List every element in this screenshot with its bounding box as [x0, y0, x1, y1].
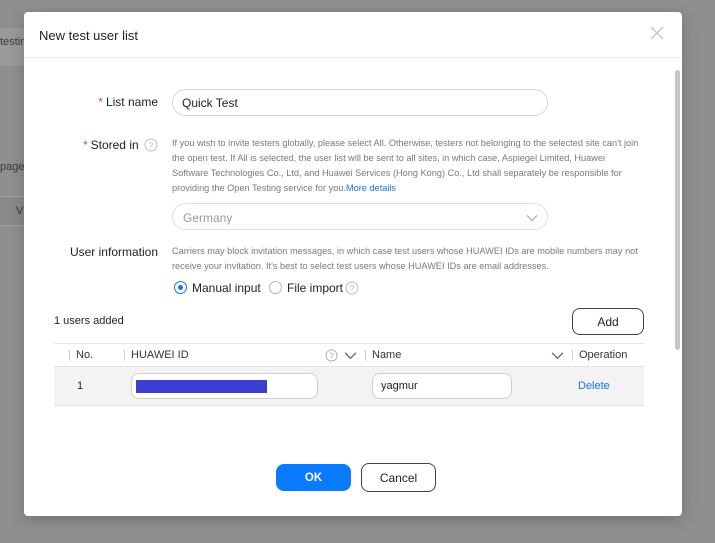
manual-input-radio[interactable]: Manual input	[174, 280, 261, 296]
column-divider	[572, 350, 573, 361]
stored-in-hint-text: If you wish to invite testers globally, …	[172, 138, 639, 193]
stored-in-select[interactable]: Germany	[172, 203, 548, 230]
user-information-label: User information	[69, 245, 158, 259]
close-icon[interactable]	[648, 24, 666, 42]
file-import-label: File import?	[287, 281, 359, 295]
chevron-down-icon[interactable]	[551, 349, 564, 362]
background-tab-text: testin	[0, 36, 24, 48]
delete-row-link[interactable]: Delete	[578, 380, 610, 392]
stored-in-hint: If you wish to invite testers globally, …	[172, 136, 642, 196]
column-name: Name	[372, 349, 402, 361]
dialog-scrollbar[interactable]	[674, 58, 680, 432]
column-no: No.	[76, 349, 94, 361]
column-divider	[124, 350, 125, 361]
svg-text:?: ?	[148, 140, 153, 150]
background-text: page.	[0, 161, 24, 173]
list-name-label: * List name	[84, 95, 158, 109]
add-user-button[interactable]: Add	[572, 308, 644, 335]
required-mark: *	[98, 95, 103, 109]
help-icon[interactable]: ?	[325, 349, 338, 362]
users-added-count: 1 users added	[54, 315, 124, 327]
table-header: No. HUAWEI ID ? Name Operation	[54, 343, 644, 367]
manual-input-label: Manual input	[192, 281, 261, 295]
required-mark: *	[82, 138, 88, 152]
table-row: 1 Delete	[54, 367, 644, 406]
more-details-link[interactable]: More details	[346, 183, 396, 193]
scrollbar-thumb[interactable]	[675, 70, 680, 350]
column-huawei-id: HUAWEI ID	[131, 349, 189, 361]
name-input[interactable]	[372, 373, 512, 399]
stored-in-label: * Stored in ?	[68, 138, 158, 152]
column-divider	[69, 350, 70, 361]
column-divider	[365, 350, 366, 361]
user-information-hint: Carriers may block invitation messages, …	[172, 246, 638, 271]
chevron-down-icon[interactable]	[344, 349, 357, 362]
ok-button[interactable]: OK	[276, 464, 351, 491]
svg-text:?: ?	[329, 351, 334, 361]
radio-checked-icon	[174, 281, 187, 294]
row-number: 1	[77, 380, 84, 392]
list-name-label-text: List name	[105, 95, 158, 109]
list-name-input[interactable]	[172, 89, 548, 116]
new-test-user-list-dialog: New test user list *List name *Stored in…	[24, 12, 682, 516]
file-import-radio[interactable]: File import?	[269, 280, 359, 296]
stored-in-label-text: Stored in	[90, 138, 139, 152]
dialog-title: New test user list	[39, 28, 138, 43]
file-import-label-text: File import	[287, 281, 344, 295]
radio-unchecked-icon	[269, 281, 282, 294]
svg-text:?: ?	[350, 283, 355, 293]
chevron-down-icon	[526, 212, 538, 222]
dialog-header: New test user list	[24, 12, 682, 58]
stored-in-selected-value: Germany	[183, 211, 233, 225]
help-icon[interactable]: ?	[345, 281, 359, 295]
help-icon[interactable]: ?	[144, 138, 158, 152]
column-operation: Operation	[579, 349, 628, 361]
redacted-huawei-id	[136, 380, 267, 393]
cancel-button[interactable]: Cancel	[361, 463, 436, 492]
